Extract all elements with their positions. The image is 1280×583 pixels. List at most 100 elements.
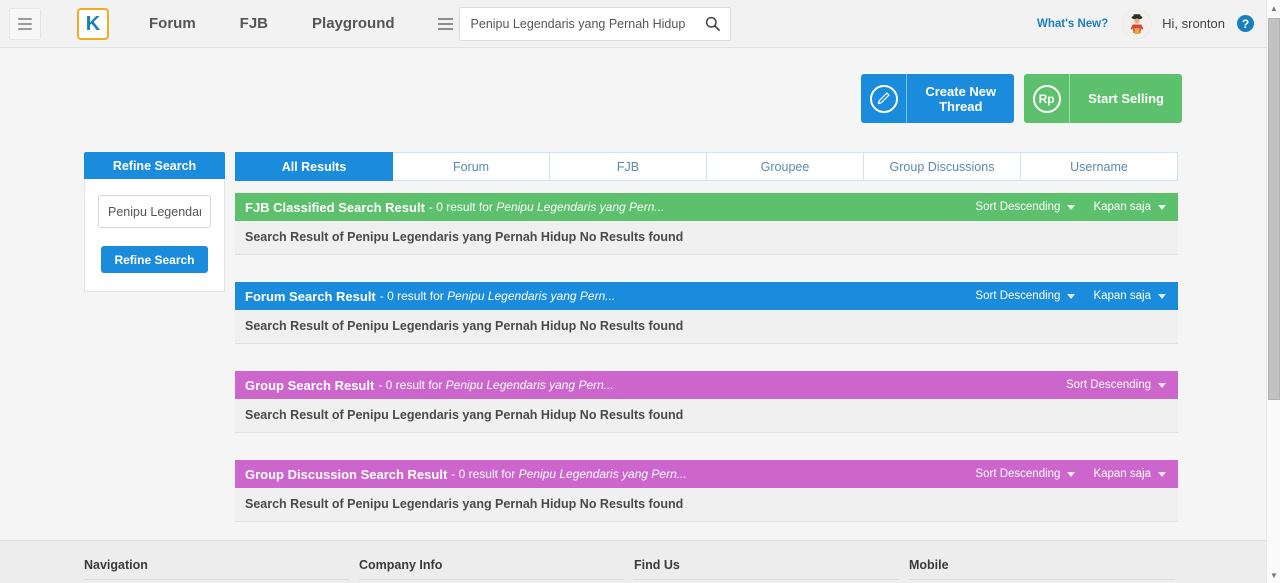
result-block-group: Group Search Result - 0 result for Penip… bbox=[235, 371, 1178, 433]
create-new-thread-button[interactable]: Create New Thread bbox=[861, 74, 1015, 123]
avatar[interactable] bbox=[1122, 8, 1153, 39]
divider bbox=[359, 579, 624, 580]
search-box bbox=[458, 6, 731, 41]
chevron-down-icon bbox=[1067, 471, 1076, 477]
result-count-text: - 0 result for bbox=[378, 378, 446, 392]
main-menu-button[interactable] bbox=[9, 7, 41, 40]
page-scrollbar[interactable]: ▲ ▼ bbox=[1266, 0, 1280, 583]
sort-dropdown[interactable]: Sort Descending bbox=[1066, 379, 1166, 391]
time-filter-dropdown[interactable]: Kapan saja bbox=[1093, 201, 1166, 213]
search-result-tabs: All Results Forum FJB Groupee Group Disc… bbox=[235, 152, 1178, 181]
nav-item-forum[interactable]: Forum bbox=[127, 0, 218, 48]
tab-username[interactable]: Username bbox=[1021, 152, 1178, 181]
result-header-group: Group Search Result - 0 result for Penip… bbox=[235, 371, 1178, 399]
result-subtitle: - 0 result for Penipu Legendaris yang Pe… bbox=[380, 289, 615, 303]
tab-all-results[interactable]: All Results bbox=[235, 152, 393, 181]
help-icon[interactable]: ? bbox=[1237, 15, 1254, 32]
search-results-list: FJB Classified Search Result - 0 result … bbox=[235, 193, 1178, 583]
hamburger-icon bbox=[438, 27, 454, 30]
search-input[interactable] bbox=[459, 7, 696, 40]
whats-new-link[interactable]: What's New? bbox=[1037, 18, 1108, 30]
nav-item-fjb[interactable]: FJB bbox=[218, 0, 290, 48]
result-title: Forum Search Result bbox=[245, 288, 376, 304]
result-query-text: Penipu Legendaris yang Pern... bbox=[518, 467, 687, 481]
time-filter-dropdown[interactable]: Kapan saja bbox=[1093, 290, 1166, 302]
footer-column-title: Navigation bbox=[84, 558, 148, 572]
result-subtitle: - 0 result for Penipu Legendaris yang Pe… bbox=[429, 200, 664, 214]
footer-column-find-us: Find Us bbox=[634, 558, 909, 580]
create-thread-icon-wrap bbox=[861, 74, 908, 123]
scroll-down-button[interactable]: ▼ bbox=[1267, 567, 1280, 583]
footer-column-title: Find Us bbox=[634, 558, 680, 572]
scrollbar-thumb[interactable] bbox=[1268, 18, 1280, 400]
footer-column-mobile: Mobile bbox=[909, 558, 1174, 580]
pencil-icon bbox=[869, 84, 898, 113]
sort-label: Sort Descending bbox=[975, 468, 1061, 480]
chevron-down-icon bbox=[1158, 471, 1166, 477]
result-header-group-discussion: Group Discussion Search Result - 0 resul… bbox=[235, 460, 1178, 488]
result-body: Search Result of Penipu Legendaris yang … bbox=[235, 399, 1178, 433]
tab-groupee[interactable]: Groupee bbox=[707, 152, 864, 181]
search-category-menu-button[interactable] bbox=[433, 0, 459, 48]
user-area: What's New? Hi, sronton ? bbox=[1037, 8, 1266, 39]
result-count-text: - 0 result for bbox=[451, 467, 519, 481]
refine-search-input[interactable] bbox=[98, 195, 211, 228]
refine-search-header[interactable]: Refine Search bbox=[84, 152, 225, 179]
user-greeting[interactable]: Hi, sronton bbox=[1162, 16, 1225, 31]
sort-label: Sort Descending bbox=[1065, 379, 1151, 391]
start-selling-button[interactable]: Rp Start Selling bbox=[1024, 74, 1182, 123]
result-body: Search Result of Penipu Legendaris yang … bbox=[235, 310, 1178, 344]
result-subtitle: - 0 result for Penipu Legendaris yang Pe… bbox=[378, 378, 613, 392]
time-filter-label: Kapan saja bbox=[1093, 201, 1151, 213]
divider bbox=[84, 579, 349, 580]
footer-column-title: Mobile bbox=[909, 558, 949, 572]
result-controls: Sort Descending Kapan saja bbox=[975, 290, 1166, 302]
nav-item-playground[interactable]: Playground bbox=[290, 0, 417, 48]
result-body: Search Result of Penipu Legendaris yang … bbox=[235, 488, 1178, 522]
chevron-down-icon bbox=[1158, 293, 1166, 299]
result-block-fjb-classified: FJB Classified Search Result - 0 result … bbox=[235, 193, 1178, 255]
result-header-forum: Forum Search Result - 0 result for Penip… bbox=[235, 282, 1178, 310]
top-navigation-bar: K Forum FJB Playground Penipu Legendaris… bbox=[0, 0, 1266, 48]
sort-dropdown[interactable]: Sort Descending bbox=[975, 468, 1076, 480]
rupiah-icon: Rp bbox=[1032, 84, 1061, 113]
chevron-down-icon bbox=[1158, 382, 1166, 388]
kaskus-logo[interactable]: K bbox=[77, 7, 109, 40]
result-header-fjb-classified: FJB Classified Search Result - 0 result … bbox=[235, 193, 1178, 221]
result-block-forum: Forum Search Result - 0 result for Penip… bbox=[235, 282, 1178, 344]
search-area bbox=[433, 0, 731, 48]
result-title: FJB Classified Search Result bbox=[245, 199, 425, 215]
scroll-up-button[interactable]: ▲ bbox=[1267, 0, 1280, 16]
search-submit-button[interactable] bbox=[696, 8, 730, 40]
create-new-thread-label: Create New Thread bbox=[925, 83, 997, 114]
hamburger-icon bbox=[438, 22, 454, 25]
footer-column-company-info: Company Info bbox=[359, 558, 634, 580]
footer-columns: Navigation Company Info Find Us Mobile bbox=[0, 541, 1266, 580]
start-selling-icon-wrap: Rp bbox=[1024, 74, 1071, 123]
page-root: K Forum FJB Playground Penipu Legendaris… bbox=[0, 0, 1280, 583]
chevron-down-icon bbox=[1067, 204, 1076, 210]
result-subtitle: - 0 result for Penipu Legendaris yang Pe… bbox=[451, 467, 686, 481]
hamburger-icon bbox=[438, 17, 454, 20]
tab-group-discussions[interactable]: Group Discussions bbox=[864, 152, 1021, 181]
sort-dropdown[interactable]: Sort Descending bbox=[975, 201, 1076, 213]
user-avatar-icon bbox=[1130, 13, 1144, 34]
time-filter-label: Kapan saja bbox=[1093, 468, 1151, 480]
result-query-text: Penipu Legendaris yang Pern... bbox=[496, 200, 665, 214]
action-button-group: Create New Thread Rp Start Selling bbox=[0, 74, 1266, 123]
result-count-text: - 0 result for bbox=[428, 200, 497, 214]
result-count-text: - 0 result for bbox=[379, 289, 448, 303]
tab-fjb[interactable]: FJB bbox=[550, 152, 707, 181]
result-controls: Sort Descending bbox=[1066, 379, 1166, 391]
hamburger-icon bbox=[18, 17, 32, 20]
sort-dropdown[interactable]: Sort Descending bbox=[975, 290, 1076, 302]
result-controls: Sort Descending Kapan saja bbox=[975, 468, 1166, 480]
refine-search-submit-button[interactable]: Refine Search bbox=[101, 246, 208, 273]
tab-forum[interactable]: Forum bbox=[393, 152, 550, 181]
footer-column-title: Company Info bbox=[359, 558, 443, 572]
hamburger-icon bbox=[18, 22, 32, 25]
result-title: Group Discussion Search Result bbox=[245, 466, 448, 482]
result-controls: Sort Descending Kapan saja bbox=[975, 201, 1166, 213]
chevron-down-icon bbox=[1067, 293, 1076, 299]
time-filter-dropdown[interactable]: Kapan saja bbox=[1093, 468, 1166, 480]
